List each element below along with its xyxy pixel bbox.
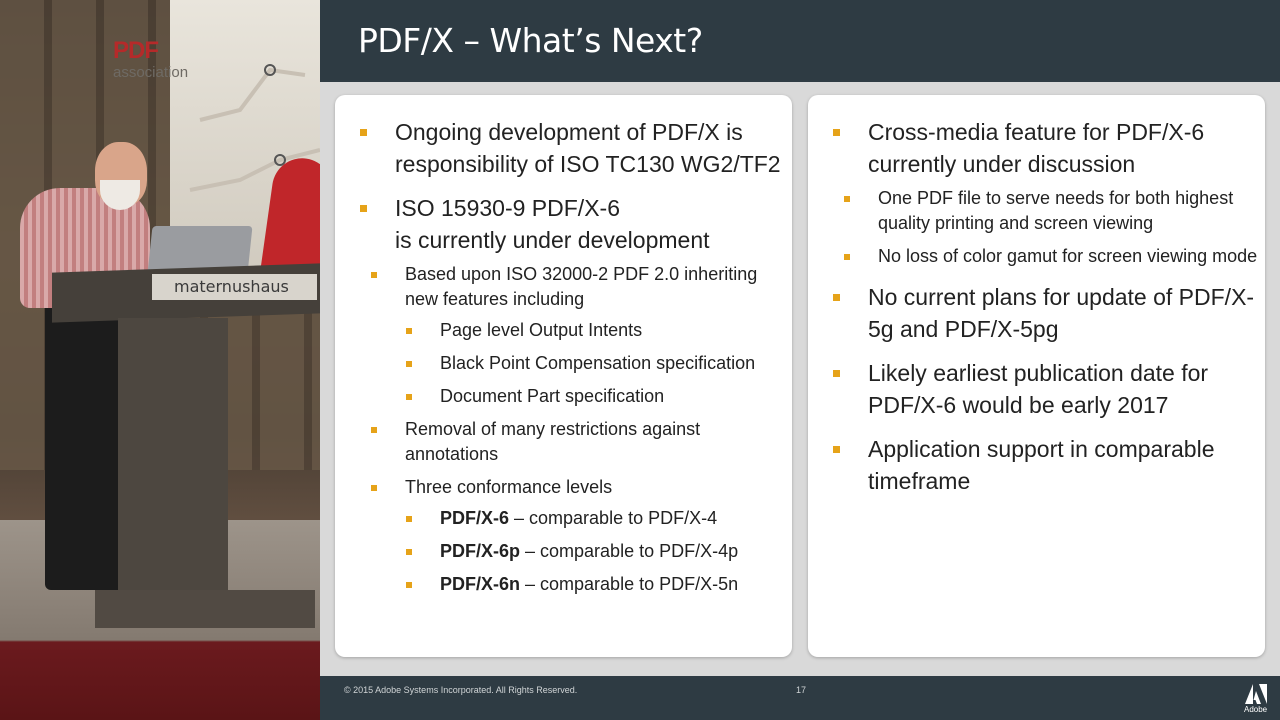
- bullet-item: Ongoing development of PDF/X is responsi…: [335, 116, 792, 180]
- bullet-item: Cross-media feature for PDF/X-6 currentl…: [808, 116, 1265, 269]
- sub-sub-bullet-item: Page level Output Intents: [405, 318, 792, 343]
- logo-bottom-text: association: [113, 64, 189, 81]
- left-content-panel: Ongoing development of PDF/X is responsi…: [335, 95, 792, 657]
- bullet-item: Application support in comparable timefr…: [808, 433, 1265, 497]
- conformance-level-desc: – comparable to PDF/X-4: [509, 508, 718, 528]
- slide-title: PDF/X – What’s Next?: [358, 21, 703, 60]
- sub-sub-bullet-list: PDF/X-6 – comparable to PDF/X-4 PDF/X-6p…: [370, 506, 792, 597]
- sub-sub-bullet-item: PDF/X-6 – comparable to PDF/X-4: [405, 506, 792, 531]
- bullet-text: Application support in comparable timefr…: [868, 436, 1215, 494]
- podium-label: maternushaus: [152, 274, 317, 300]
- slide-header: PDF/X – What’s Next?: [320, 0, 1280, 82]
- pdf-association-logo: PDF association: [113, 37, 189, 84]
- sub-bullet-item: Based upon ISO 32000-2 PDF 2.0 inheritin…: [370, 262, 792, 409]
- adobe-wordmark: Adobe: [1244, 705, 1268, 714]
- podium-base: [95, 590, 315, 628]
- sub-sub-bullet-list: Page level Output Intents Black Point Co…: [370, 318, 792, 409]
- sub-bullet-list: One PDF file to serve needs for both hig…: [843, 186, 1265, 269]
- conformance-level-name: PDF/X-6p: [440, 541, 521, 561]
- sub-bullet-list: Based upon ISO 32000-2 PDF 2.0 inheritin…: [370, 262, 792, 597]
- bullet-text: Cross-media feature for PDF/X-6 currentl…: [868, 119, 1205, 177]
- presentation-slide: PDF/X – What’s Next? Ongoing development…: [320, 0, 1280, 720]
- right-content-panel: Cross-media feature for PDF/X-6 currentl…: [808, 95, 1265, 657]
- sub-bullet-text: Three conformance levels: [405, 477, 613, 497]
- bullet-text: Ongoing development of PDF/X is responsi…: [395, 119, 781, 177]
- sub-bullet-item: One PDF file to serve needs for both hig…: [843, 186, 1265, 236]
- sub-bullet-item: Removal of many restrictions against ann…: [370, 417, 792, 467]
- sub-sub-bullet-text: Page level Output Intents: [440, 320, 643, 340]
- sub-bullet-text: One PDF file to serve needs for both hig…: [878, 188, 1234, 233]
- bullet-text-line2: is currently under development: [395, 227, 710, 253]
- sub-bullet-text: No loss of color gamut for screen viewin…: [878, 246, 1258, 266]
- bullet-text: No current plans for update of PDF/X-5g …: [868, 284, 1255, 342]
- right-bullet-list: Cross-media feature for PDF/X-6 currentl…: [808, 95, 1265, 497]
- sub-sub-bullet-item: Black Point Compensation specification: [405, 351, 792, 376]
- bullet-item: ISO 15930-9 PDF/X-6 is currently under d…: [335, 192, 792, 597]
- podium-stand: [118, 318, 228, 598]
- conformance-level-name: PDF/X-6n: [440, 574, 521, 594]
- logo-top-text: PDF: [113, 37, 159, 64]
- sub-bullet-text: Removal of many restrictions against ann…: [405, 419, 701, 464]
- bullet-item: No current plans for update of PDF/X-5g …: [808, 281, 1265, 345]
- video-stage: PDF association maternushaus: [0, 0, 320, 720]
- conformance-level-name: PDF/X-6: [440, 508, 510, 528]
- sub-sub-bullet-item: PDF/X-6p – comparable to PDF/X-4p: [405, 539, 792, 564]
- conformance-level-desc: – comparable to PDF/X-4p: [520, 541, 739, 561]
- conformance-level-desc: – comparable to PDF/X-5n: [520, 574, 739, 594]
- copyright-text: © 2015 Adobe Systems Incorporated. All R…: [344, 685, 578, 695]
- sub-sub-bullet-item: Document Part specification: [405, 384, 792, 409]
- sub-sub-bullet-text: Black Point Compensation specification: [440, 353, 756, 373]
- bullet-text-line1: ISO 15930-9 PDF/X-6: [395, 195, 620, 221]
- left-bullet-list: Ongoing development of PDF/X is responsi…: [335, 95, 792, 597]
- page-number: 17: [796, 685, 807, 695]
- sub-sub-bullet-item: PDF/X-6n – comparable to PDF/X-5n: [405, 572, 792, 597]
- adobe-logo-icon: [1245, 684, 1267, 704]
- sub-bullet-item: Three conformance levels PDF/X-6 – compa…: [370, 475, 792, 597]
- slide-footer: © 2015 Adobe Systems Incorporated. All R…: [320, 676, 1280, 720]
- bullet-text: Likely earliest publication date for PDF…: [868, 360, 1209, 418]
- sub-sub-bullet-text: Document Part specification: [440, 386, 665, 406]
- sub-bullet-text: Based upon ISO 32000-2 PDF 2.0 inheritin…: [405, 264, 758, 309]
- sub-bullet-item: No loss of color gamut for screen viewin…: [843, 244, 1265, 269]
- bullet-item: Likely earliest publication date for PDF…: [808, 357, 1265, 421]
